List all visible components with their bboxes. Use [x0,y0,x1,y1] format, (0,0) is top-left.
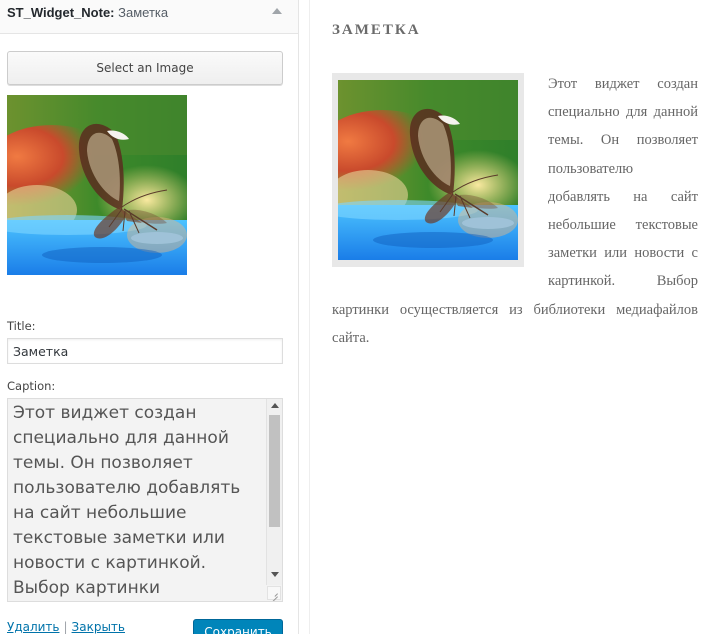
widget-preview: ЗАМЕТКА Этот виджет создан специально дл… [309,0,707,634]
widget-footer-links: Удалить | Закрыть [7,620,125,634]
link-separator: | [63,620,68,634]
title-input[interactable] [7,338,283,364]
close-link[interactable]: Закрыть [72,620,125,634]
caption-text: Этот виджет создан специально для данной… [13,403,241,598]
select-image-button[interactable]: Select an Image [7,51,283,85]
title-label: Title: [7,319,36,333]
scroll-up-icon[interactable] [271,403,279,408]
caption-textarea[interactable]: Этот виджет создан специально для данной… [7,398,283,602]
caption-scrollbar[interactable] [266,399,282,585]
delete-link[interactable]: Удалить [7,620,60,634]
butterfly-image [338,79,518,261]
selected-image-preview [7,95,187,275]
save-button[interactable]: Сохранить [193,619,283,634]
preview-widget-title: ЗАМЕТКА [332,22,421,38]
preview-widget-body: Этот виджет создан специально для данной… [332,70,698,352]
scroll-down-icon[interactable] [271,572,279,577]
widget-settings-panel: ST_Widget_Note: Заметка Select an Image … [0,0,299,634]
widget-title: ST_Widget_Note: Заметка [7,5,168,20]
preview-image-frame [332,73,524,267]
resize-grip-icon[interactable] [267,586,281,600]
caption-label: Caption: [7,379,56,393]
widget-header[interactable]: ST_Widget_Note: Заметка [0,0,298,34]
widget-type-name: ST_Widget_Note: [7,5,115,20]
widget-instance-name: Заметка [118,5,169,20]
arrow-up-icon[interactable] [271,6,283,18]
butterfly-image [7,95,187,275]
scroll-thumb[interactable] [269,415,280,527]
